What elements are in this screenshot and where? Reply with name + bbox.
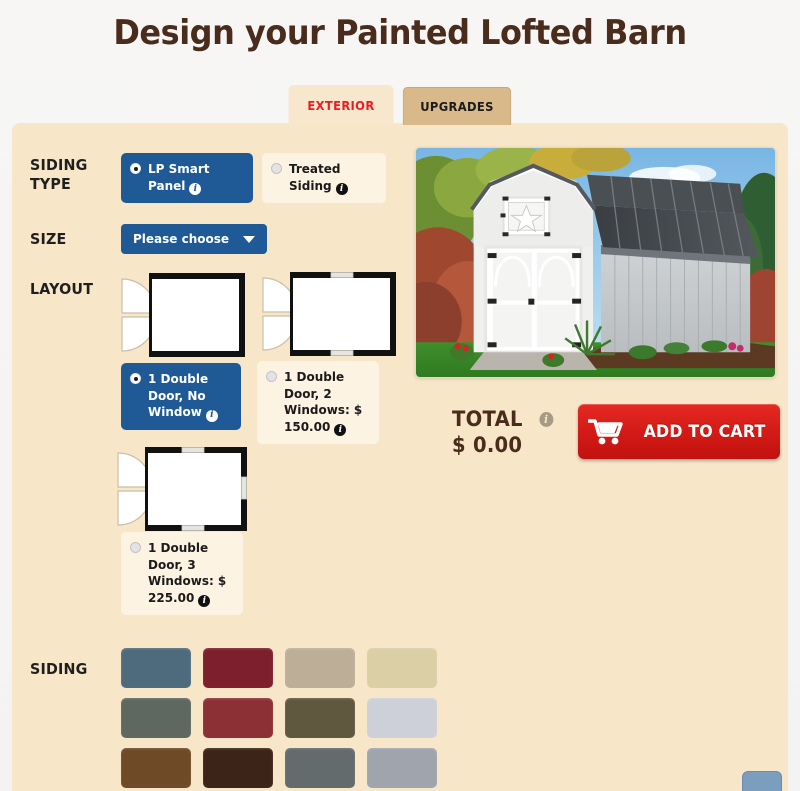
radio-treated-siding[interactable] <box>271 163 282 174</box>
info-icon-layout-2[interactable]: i <box>334 424 347 437</box>
add-to-cart-label: ADD TO CART <box>643 421 766 442</box>
total-label: TOTAL <box>452 407 523 431</box>
radio-layout-3[interactable] <box>130 542 141 553</box>
size-select-value: Please choose <box>133 232 230 246</box>
info-icon-layout-3[interactable]: i <box>198 595 211 608</box>
swatch-brick-red[interactable] <box>203 698 273 738</box>
layout-option-label: 1 Double Door, 3 Windows: $ 225.00 <box>148 541 227 605</box>
info-icon-layout-1[interactable]: i <box>205 409 218 422</box>
swatch-dark-red[interactable] <box>203 648 273 688</box>
info-icon-total[interactable]: i <box>539 412 553 427</box>
tab-upgrades[interactable]: UPGRADES <box>402 87 512 125</box>
layout-floorplan-3[interactable] <box>112 441 254 535</box>
tab-bar: EXTERIOR UPGRADES <box>0 85 800 125</box>
layout-label: LAYOUT <box>30 280 94 298</box>
tab-exterior[interactable]: EXTERIOR <box>288 85 394 125</box>
configurator-panel: SIDING TYPE LP Smart Panel i Treated Sidi… <box>12 123 788 791</box>
total-block: TOTAL i $ 0.00 <box>452 407 561 457</box>
radio-layout-2[interactable] <box>266 371 277 382</box>
scroll-to-top-button[interactable] <box>742 771 782 791</box>
chevron-down-icon <box>243 235 256 243</box>
swatch-steel-blue[interactable] <box>121 648 191 688</box>
layout-option-2[interactable]: 1 Double Door, 2 Windows: $ 150.00 i <box>257 361 379 445</box>
swatch-dark-brown[interactable] <box>203 748 273 788</box>
siding-type-option-treated-siding[interactable]: Treated Siding i <box>262 153 386 204</box>
layout-option-label: 1 Double Door, No Window <box>148 372 209 420</box>
layout-option-3[interactable]: 1 Double Door, 3 Windows: $ 225.00 i <box>121 532 243 616</box>
layout-option-1[interactable]: 1 Double Door, No Window i <box>121 363 241 430</box>
product-preview-image <box>415 147 776 378</box>
swatch-brown[interactable] <box>121 748 191 788</box>
siding-swatch-grid <box>121 648 437 788</box>
swatch-grey-green[interactable] <box>121 698 191 738</box>
swatch-tan[interactable] <box>285 648 355 688</box>
swatch-pale-lavender[interactable] <box>367 698 437 738</box>
siding-type-option-label: Treated Siding <box>289 162 341 193</box>
page-title: Design your Painted Lofted Barn <box>113 13 687 53</box>
siding-type-option-lp-smart-panel[interactable]: LP Smart Panel i <box>121 153 253 204</box>
add-to-cart-button[interactable]: ADD TO CART <box>578 404 780 459</box>
info-icon-treated-siding[interactable]: i <box>335 183 348 196</box>
swatch-light-khaki[interactable] <box>367 648 437 688</box>
size-label: SIZE <box>30 230 67 248</box>
configurator-page: Design your Painted Lofted Barn EXTERIOR… <box>0 0 800 791</box>
layout-floorplan-1[interactable] <box>112 271 247 359</box>
info-icon-lp-smart-panel[interactable]: i <box>189 183 202 196</box>
swatch-slate-grey[interactable] <box>285 748 355 788</box>
swatch-light-grey[interactable] <box>367 748 437 788</box>
radio-layout-1[interactable] <box>130 373 141 384</box>
layout-option-label: 1 Double Door, 2 Windows: $ 150.00 <box>284 370 363 434</box>
size-select[interactable]: Please choose <box>121 224 268 254</box>
total-amount: $ 0.00 <box>452 433 523 457</box>
swatch-olive[interactable] <box>285 698 355 738</box>
siding-type-label: SIDING TYPE <box>30 156 88 193</box>
shopping-cart-icon <box>587 418 623 444</box>
siding-label: SIDING <box>30 660 88 678</box>
radio-lp-smart-panel[interactable] <box>130 163 141 174</box>
layout-floorplan-2[interactable] <box>257 266 399 360</box>
